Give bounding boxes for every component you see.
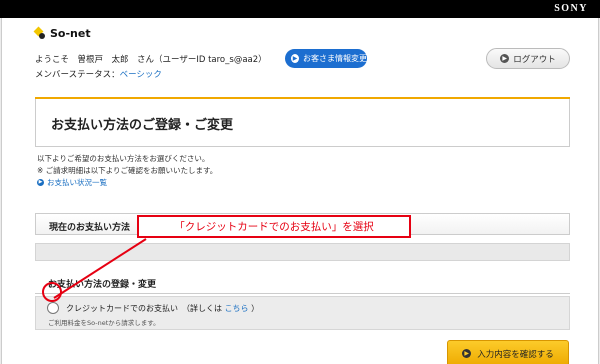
register-payment-title: お支払い方法の登録・変更 [48, 280, 157, 290]
intro-line-2: ※ ご請求明細は以下よりご確認をお願いいたします。 [37, 166, 218, 175]
option-label-text: クレジットカードでのお支払い （詳しくは [66, 304, 222, 313]
customer-info-button[interactable]: ▶ お客さま情報変更 [285, 49, 367, 68]
member-status-link[interactable]: ベーシック [120, 70, 162, 80]
payment-status-link-label: お支払い状況一覧 [47, 178, 107, 187]
sony-logo: SONY [554, 3, 588, 14]
arrow-right-icon: ▶ [462, 349, 472, 358]
so-net-logo[interactable]: So-net [33, 26, 91, 40]
register-payment-header: お支払い方法の登録・変更 [35, 270, 570, 294]
confirm-button[interactable]: ▶ 入力内容を確認する [447, 340, 569, 364]
arrow-right-icon: ▶ [291, 54, 299, 63]
credit-card-option-label: クレジットカードでのお支払い （詳しくは こちら ） [66, 303, 259, 314]
welcome-text: ようこそ 曽根戸 太郎 さん（ユーザーID taro_s@aa2） [35, 55, 267, 65]
logout-button-label: ログアウト [513, 54, 556, 65]
current-payment-title: 現在のお支払い方法 [49, 223, 131, 233]
credit-card-radio[interactable] [47, 302, 59, 314]
logout-button[interactable]: ▶ ログアウト [486, 48, 570, 69]
option-label-close: ） [251, 304, 260, 313]
arrow-right-icon: ▶ [500, 54, 510, 63]
details-link[interactable]: こちら [225, 304, 249, 313]
member-status: メンバーステータス：ベーシック [35, 68, 162, 80]
option-note: ご利用料金をSo-netから請求します。 [48, 319, 160, 327]
page-title: お支払い方法のご登録・ご変更 [51, 118, 234, 133]
intro-line-1: 以下よりご希望のお支払い方法をお選びください。 [37, 154, 210, 163]
annotation-callout: 「クレジットカードでのお支払い」を選択 [137, 215, 411, 238]
page-container: So-net ようこそ 曽根戸 太郎 さん（ユーザーID taro_s@aa2）… [1, 18, 599, 364]
so-net-logo-icon [33, 26, 47, 40]
annotation-ring [42, 282, 62, 302]
customer-info-button-label: お客さま情報変更 [303, 54, 367, 63]
so-net-logo-text: So-net [50, 27, 91, 40]
payment-status-link[interactable]: ▶ お支払い状況一覧 [37, 177, 107, 188]
member-status-label: メンバーステータス： [35, 70, 120, 80]
arrow-right-icon: ▶ [37, 179, 44, 186]
confirm-button-label: 入力内容を確認する [477, 349, 554, 360]
title-box: お支払い方法のご登録・ご変更 [35, 99, 570, 147]
current-payment-body [35, 243, 570, 261]
credit-card-option[interactable]: クレジットカードでのお支払い （詳しくは こちら ） ご利用料金をSo-netか… [35, 296, 570, 330]
sony-header-bar: SONY [0, 0, 600, 18]
